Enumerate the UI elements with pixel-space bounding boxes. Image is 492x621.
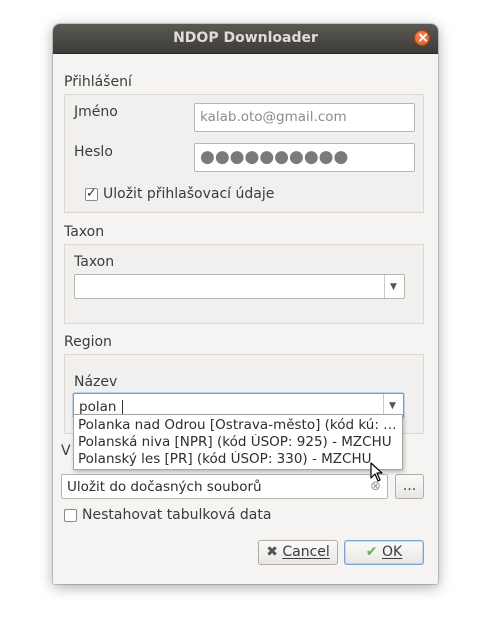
close-button[interactable]: × — [414, 30, 430, 46]
ok-button-label: OK — [381, 544, 403, 560]
output-path-value: Uložit do dočasných souborů — [67, 479, 262, 495]
password-label: Heslo — [74, 144, 113, 160]
login-groupbox: Jméno kalab.oto@gmail.com Heslo ●●●●●●●●… — [64, 94, 424, 213]
save-credentials-checkbox[interactable]: ✓ — [85, 186, 98, 201]
titlebar[interactable]: NDOP Downloader × — [53, 24, 438, 54]
region-combobox-value: polan — [79, 399, 117, 415]
no-table-checkbox[interactable] — [64, 509, 77, 522]
checkmark-icon: ✔ — [365, 544, 378, 560]
region-suggestions-popup: Polanka nad Odrou [Ostrava-město] (kód k… — [73, 414, 403, 470]
taxon-combobox[interactable]: ▼ — [74, 274, 405, 299]
taxon-label: Taxon — [74, 254, 115, 270]
name-input[interactable]: kalab.oto@gmail.com — [194, 103, 415, 132]
close-icon: × — [417, 30, 429, 46]
output-path-field[interactable]: Uložit do dočasných souborů ⊗ — [61, 474, 388, 499]
region-name-label: Název — [74, 374, 118, 390]
suggestion-item[interactable]: Polanská niva [NPR] (kód ÚSOP: 925) - MZ… — [78, 434, 400, 450]
text-caret — [121, 399, 123, 415]
dialog-window: NDOP Downloader × Přihlášení Jméno kalab… — [53, 24, 438, 584]
taxon-groupbox: Taxon ▼ — [64, 244, 424, 324]
chevron-down-icon: ▼ — [390, 282, 397, 292]
browse-button[interactable]: ... — [395, 474, 424, 499]
region-section-title: Region — [64, 334, 112, 350]
cancel-button[interactable]: ✖ Cancel — [258, 540, 338, 565]
password-input[interactable]: ●●●●●●●●●● — [194, 143, 415, 172]
save-credentials-label[interactable]: Uložit přihlašovací údaje — [103, 186, 274, 202]
output-section-title: V — [61, 443, 71, 459]
no-table-label[interactable]: Nestahovat tabulková data — [82, 507, 271, 523]
cancel-button-label: Cancel — [282, 544, 330, 560]
suggestion-item[interactable]: Polanka nad Odrou [Ostrava-město] (kód k… — [78, 417, 400, 433]
taxon-dropdown-button[interactable]: ▼ — [384, 275, 404, 298]
taxon-section-title: Taxon — [64, 224, 105, 240]
cancel-icon: ✖ — [266, 544, 278, 560]
login-section-title: Přihlášení — [64, 74, 132, 90]
name-label: Jméno — [74, 104, 118, 120]
password-mask: ●●●●●●●●●● — [200, 147, 349, 167]
checkmark-icon: ✓ — [86, 186, 97, 201]
window-title: NDOP Downloader — [173, 30, 318, 46]
name-input-value: kalab.oto@gmail.com — [200, 109, 347, 125]
ok-button[interactable]: ✔ OK — [344, 540, 424, 565]
mouse-pointer-icon — [370, 462, 383, 482]
suggestion-item[interactable]: Polanský les [PR] (kód ÚSOP: 330) - MZCH… — [78, 451, 400, 467]
